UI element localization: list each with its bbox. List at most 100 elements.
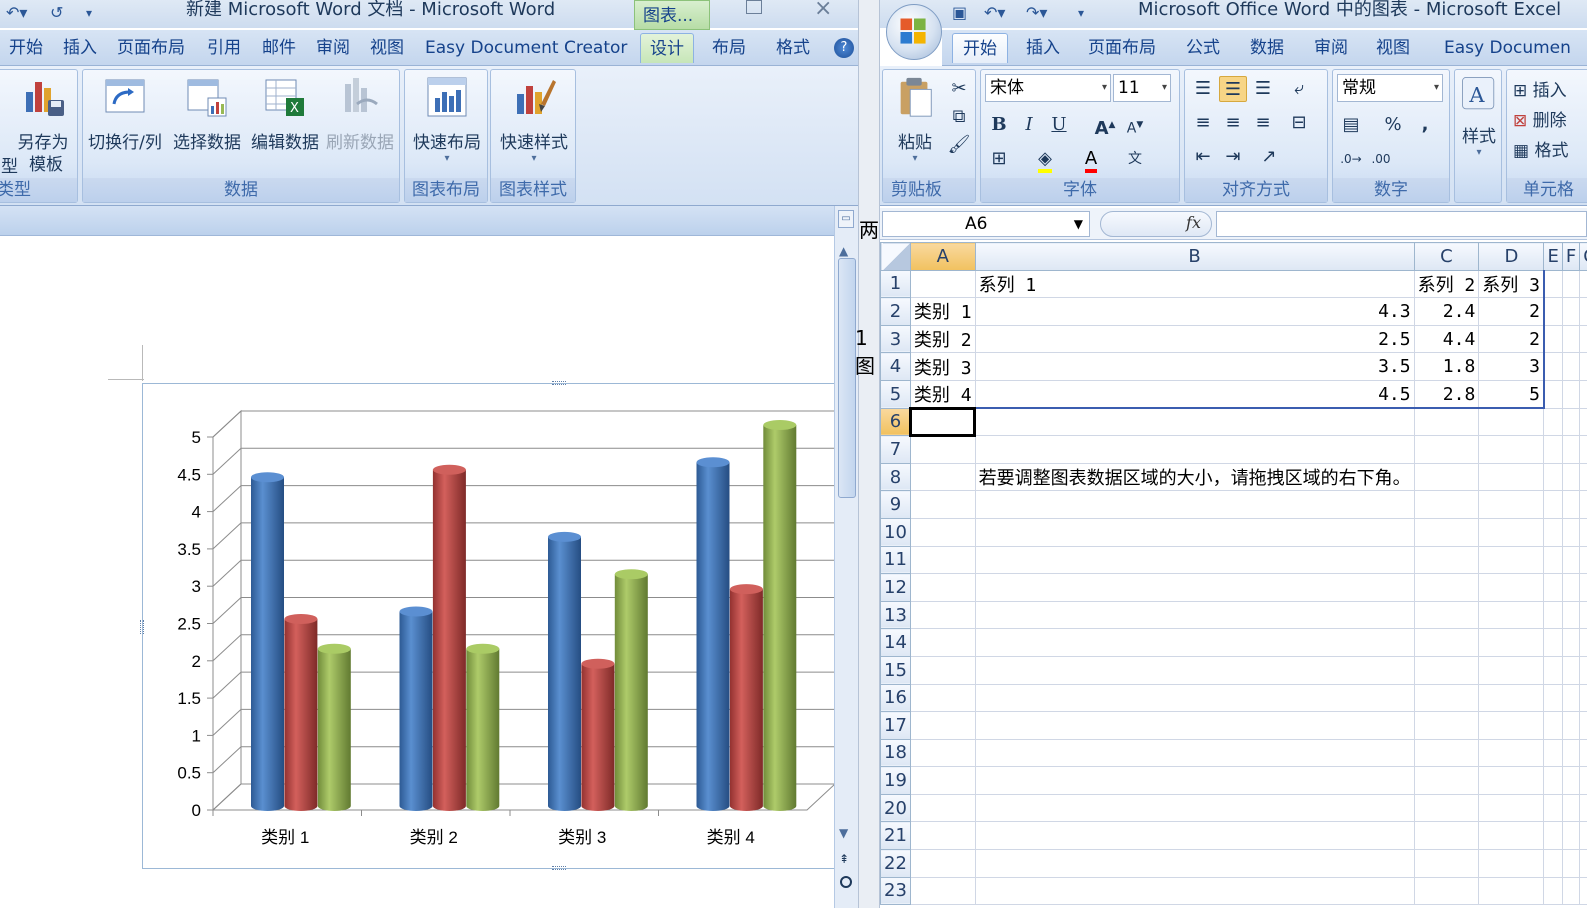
row-header[interactable]: 8 <box>880 462 911 492</box>
cell-a14[interactable] <box>909 628 976 657</box>
cell-e16[interactable] <box>1543 683 1563 713</box>
cell-f13[interactable] <box>1561 600 1581 630</box>
cell-f21[interactable] <box>1561 821 1581 851</box>
cell-d21[interactable] <box>1478 821 1545 851</box>
align-right-icon[interactable]: ≡ <box>1249 110 1277 136</box>
cell-g22[interactable] <box>1579 849 1587 878</box>
row-header[interactable]: 13 <box>880 600 911 630</box>
cell-f6[interactable] <box>1561 407 1581 437</box>
undo-icon[interactable]: ↶▾ <box>6 2 27 24</box>
cell-g16[interactable] <box>1579 683 1587 713</box>
cell-e14[interactable] <box>1543 628 1563 657</box>
cell-b15[interactable] <box>974 655 1415 685</box>
cell-a17[interactable] <box>909 711 976 740</box>
excel-tab-easy-document-creator[interactable]: Easy Documen <box>1440 33 1575 63</box>
cell-b3[interactable]: 2.5 <box>974 324 1415 354</box>
number-format-dropdown-icon[interactable]: ▾ <box>1434 75 1439 101</box>
increase-decimal-icon[interactable]: .0→ <box>1337 146 1365 172</box>
tab-mailings[interactable]: 邮件 <box>258 33 300 63</box>
cell-a22[interactable] <box>909 849 976 878</box>
merge-center-icon[interactable]: ⊟ <box>1285 110 1313 136</box>
cell-e9[interactable] <box>1543 490 1563 519</box>
row-header[interactable]: 19 <box>880 766 911 795</box>
excel-undo-icon[interactable]: ↶▾ <box>984 2 1005 24</box>
tab-insert[interactable]: 插入 <box>59 33 101 63</box>
cell-b5[interactable]: 4.5 <box>974 379 1415 410</box>
cell-f7[interactable] <box>1561 435 1581 464</box>
select-all-corner[interactable] <box>880 242 911 271</box>
excel-tab-review[interactable]: 审阅 <box>1310 33 1352 63</box>
cell-b8[interactable]: 若要调整图表数据区域的大小，请拖拽区域的右下角。 <box>974 462 1415 492</box>
cell-c22[interactable] <box>1413 849 1480 878</box>
cell-c16[interactable] <box>1413 683 1480 713</box>
cell-b14[interactable] <box>974 628 1415 657</box>
cell-b23[interactable] <box>974 876 1415 906</box>
cell-b9[interactable] <box>974 490 1415 519</box>
column-header-c[interactable]: C <box>1413 242 1480 271</box>
cell-f4[interactable] <box>1561 352 1581 381</box>
cell-f3[interactable] <box>1561 324 1581 354</box>
quick-style-button[interactable]: 快速样式 ▾ <box>495 74 573 164</box>
cell-b22[interactable] <box>974 849 1415 878</box>
tab-review[interactable]: 审阅 <box>312 33 354 63</box>
name-box[interactable]: A6 ▼ <box>882 211 1090 237</box>
tab-design[interactable]: 设计 <box>640 33 694 63</box>
tab-home[interactable]: 开始 <box>5 33 47 63</box>
row-header[interactable]: 12 <box>880 573 911 602</box>
row-header[interactable]: 23 <box>880 876 911 906</box>
chart-resize-handle-top[interactable] <box>552 381 566 385</box>
cell-a6[interactable] <box>909 407 977 437</box>
cell-d9[interactable] <box>1478 490 1545 519</box>
shrink-font-icon[interactable]: A▼ <box>1121 112 1149 138</box>
column-header-d[interactable]: D <box>1478 242 1545 271</box>
cell-c23[interactable] <box>1413 876 1480 906</box>
cell-f22[interactable] <box>1561 849 1581 878</box>
delete-cells-button[interactable]: ⊠ 删除 <box>1513 106 1567 131</box>
cell-f23[interactable] <box>1561 876 1581 906</box>
tab-format[interactable]: 格式 <box>772 33 814 63</box>
cell-c17[interactable] <box>1413 711 1480 740</box>
excel-tab-insert[interactable]: 插入 <box>1022 33 1064 63</box>
cell-g9[interactable] <box>1579 490 1587 519</box>
cell-d15[interactable] <box>1478 655 1545 685</box>
row-header[interactable]: 4 <box>880 352 911 381</box>
cell-a1[interactable] <box>909 269 976 299</box>
cell-e17[interactable] <box>1543 711 1563 740</box>
cell-e15[interactable] <box>1543 655 1563 685</box>
cell-b20[interactable] <box>974 793 1415 823</box>
cell-e22[interactable] <box>1543 849 1563 878</box>
excel-tab-formulas[interactable]: 公式 <box>1182 33 1224 63</box>
cell-f18[interactable] <box>1561 738 1581 768</box>
cell-c15[interactable] <box>1413 655 1480 685</box>
cell-c14[interactable] <box>1413 628 1480 657</box>
cell-a13[interactable] <box>909 600 976 630</box>
view-ruler-icon[interactable]: ▭ <box>838 210 854 228</box>
cell-a9[interactable] <box>909 490 976 519</box>
font-size-dropdown-icon[interactable]: ▾ <box>1162 75 1167 101</box>
cell-f12[interactable] <box>1561 573 1581 602</box>
row-header[interactable]: 21 <box>880 821 911 851</box>
save-as-template-button[interactable]: 另存为 模板 <box>13 74 73 176</box>
cell-c4[interactable]: 1.8 <box>1413 352 1480 381</box>
row-header[interactable]: 15 <box>880 655 911 685</box>
font-size-combo[interactable]: 11 ▾ <box>1113 74 1171 102</box>
cell-d17[interactable] <box>1478 711 1545 740</box>
column-header-a[interactable]: A <box>909 242 976 271</box>
cell-f8[interactable] <box>1561 462 1581 492</box>
help-icon[interactable]: ? <box>834 38 854 58</box>
cell-g8[interactable] <box>1579 462 1587 492</box>
column-header-f[interactable]: F <box>1561 242 1581 271</box>
cell-d22[interactable] <box>1478 849 1545 878</box>
previous-page-icon[interactable]: ⇞ <box>839 852 849 866</box>
chart-resize-handle-left[interactable] <box>140 620 144 634</box>
align-center-icon[interactable]: ≡ <box>1219 110 1247 136</box>
cell-a23[interactable] <box>909 876 976 906</box>
cell-d12[interactable] <box>1478 573 1545 602</box>
cell-d16[interactable] <box>1478 683 1545 713</box>
cell-f19[interactable] <box>1561 766 1581 795</box>
cell-g14[interactable] <box>1579 628 1587 657</box>
cell-a11[interactable] <box>909 545 976 575</box>
cell-c19[interactable] <box>1413 766 1480 795</box>
cell-g7[interactable] <box>1579 435 1587 464</box>
cell-a20[interactable] <box>909 793 976 823</box>
